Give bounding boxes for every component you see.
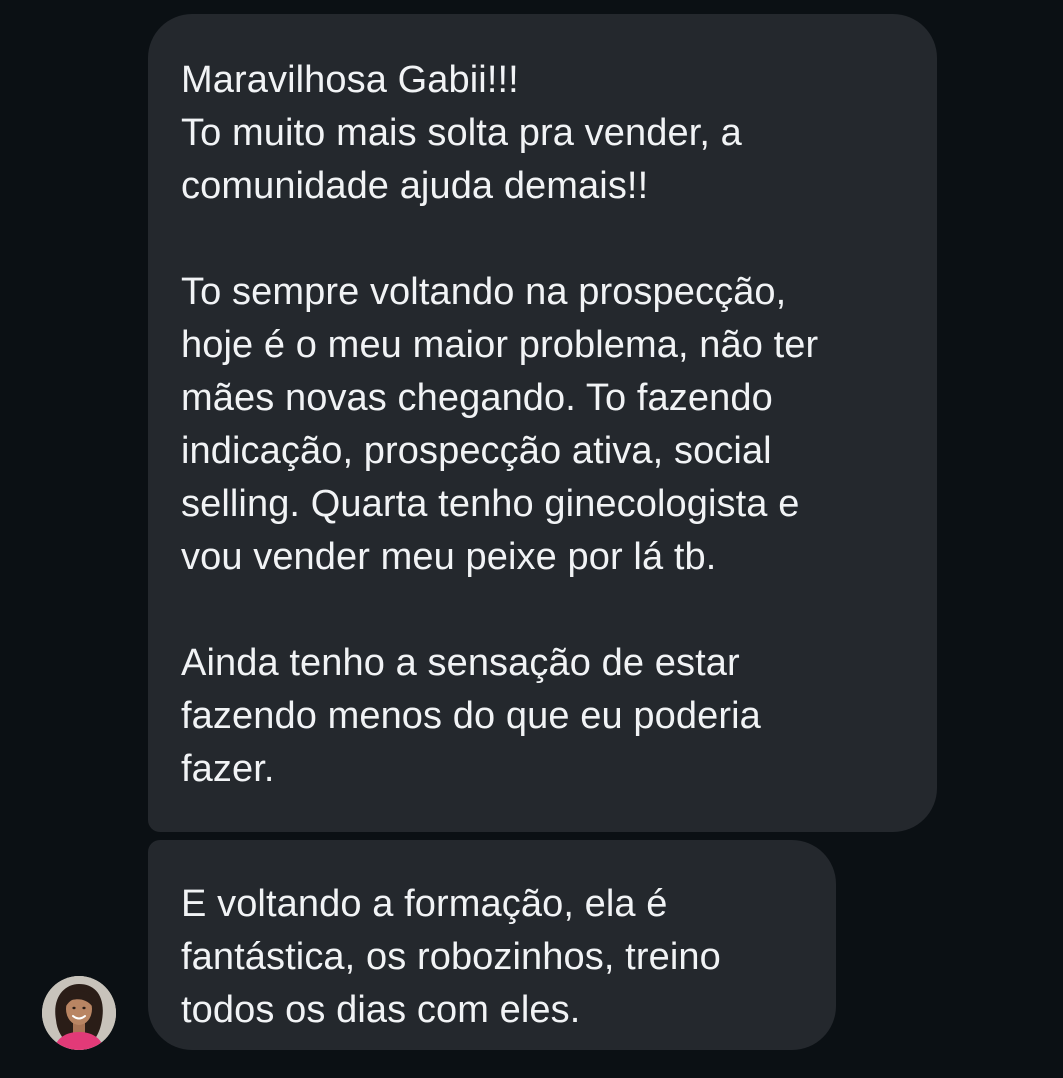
message-line: Ainda tenho a sensação de estar [181, 642, 740, 684]
message-line: vou vender meu peixe por lá tb. [181, 536, 717, 578]
message-line: mães novas chegando. To fazendo [181, 377, 773, 419]
message-paragraph: E voltando a formação, ela é fantástica,… [181, 878, 816, 1037]
message-line: fazendo menos do que eu poderia [181, 695, 761, 737]
message-bubble[interactable]: E voltando a formação, ela é fantástica,… [148, 840, 836, 1050]
message-line: selling. Quarta tenho ginecologista e [181, 483, 800, 525]
message-paragraph: Maravilhosa Gabii!!! To muito mais solta… [181, 54, 917, 213]
message-line: fazer. [181, 748, 275, 790]
message-paragraph: Ainda tenho a sensação de estar fazendo … [181, 637, 917, 796]
message-line: E voltando a formação, ela é [181, 883, 668, 925]
message-line: comunidade ajuda demais!! [181, 165, 649, 207]
sender-avatar[interactable] [42, 976, 116, 1050]
message-paragraph: To sempre voltando na prospecção, hoje é… [181, 266, 917, 584]
message-line: todos os dias com eles. [181, 989, 581, 1031]
message-bubble[interactable]: Maravilhosa Gabii!!! To muito mais solta… [148, 14, 937, 832]
message-thread: Maravilhosa Gabii!!! To muito mais solta… [0, 0, 1063, 1078]
message-line: hoje é o meu maior problema, não ter [181, 324, 819, 366]
profile-photo-icon [42, 976, 116, 1050]
message-line: indicação, prospecção ativa, social [181, 430, 772, 472]
message-line: To sempre voltando na prospecção, [181, 271, 787, 313]
message-line: To muito mais solta pra vender, a [181, 112, 742, 154]
message-line: fantástica, os robozinhos, treino [181, 936, 721, 978]
message-line: Maravilhosa Gabii!!! [181, 59, 519, 101]
